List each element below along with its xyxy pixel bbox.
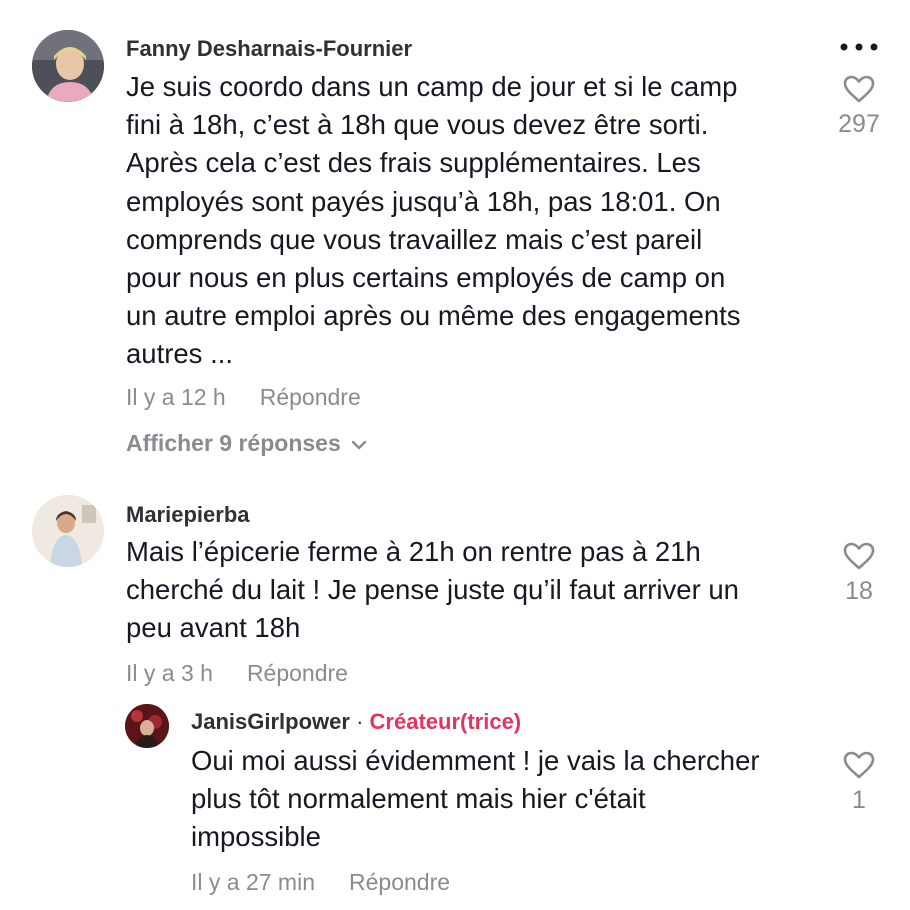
view-replies-label: Afficher 9 réponses — [126, 430, 341, 456]
comment-line: Après cela c’est des frais supplémentair… — [126, 147, 701, 179]
creator-badge: Créateur(trice) — [369, 709, 522, 734]
reply-header: JanisGirlpower · Créateur(trice) — [191, 709, 521, 735]
like-button[interactable]: 18 — [829, 541, 889, 606]
reply-button[interactable]: Répondre — [247, 660, 348, 686]
like-count: 297 — [838, 110, 880, 138]
comment-text: Je suis coordo dans un camp de jour et s… — [126, 68, 741, 374]
reply-button[interactable]: Répondre — [349, 869, 450, 895]
comment-line: un autre emploi après ou même des engage… — [126, 300, 741, 332]
user-photo — [32, 495, 104, 567]
comment-time: Il y a 12 h — [126, 384, 226, 410]
heart-outline-icon — [843, 542, 875, 570]
reply-text: Oui moi aussi évidemment ! je vais la ch… — [191, 742, 760, 857]
reply-line: plus tôt normalement mais hier c'était — [191, 783, 646, 815]
avatar[interactable] — [32, 30, 104, 102]
chevron-down-icon — [351, 440, 366, 450]
reply-line: Oui moi aussi évidemment ! je vais la ch… — [191, 745, 760, 776]
reply-button[interactable]: Répondre — [260, 384, 361, 410]
separator-dot: · — [356, 709, 364, 734]
like-count: 1 — [852, 786, 866, 814]
comment-line: Mais l’épicerie ferme à 21h on rentre pa… — [126, 536, 701, 567]
avatar[interactable] — [32, 495, 104, 567]
comment-meta: Il y a 12 h Répondre — [126, 384, 361, 411]
comment-username[interactable]: Fanny Desharnais-Fournier — [126, 36, 412, 62]
reply-meta: Il y a 27 min Répondre — [191, 869, 450, 896]
comment-line: cherché du lait ! Je pense juste qu’il f… — [126, 574, 739, 606]
comment-line: Je suis coordo dans un camp de jour et s… — [126, 71, 738, 102]
more-options-button[interactable] — [838, 40, 880, 59]
comment-line: employés sont payés jusqu’à 18h, pas 18:… — [126, 185, 721, 217]
comment-username[interactable]: Mariepierba — [126, 502, 250, 528]
avatar[interactable] — [125, 704, 169, 748]
like-button[interactable]: 1 — [829, 750, 889, 815]
heart-outline-icon — [843, 751, 875, 779]
comment-time: Il y a 3 h — [126, 660, 213, 686]
user-photo — [125, 704, 169, 748]
reply-line: impossible — [191, 821, 321, 853]
comment-line: autres ... — [126, 338, 233, 370]
comment-meta: Il y a 3 h Répondre — [126, 660, 348, 687]
comment-line: peu avant 18h — [126, 612, 301, 644]
comment-text: Mais l’épicerie ferme à 21h on rentre pa… — [126, 533, 739, 648]
comment-line: pour nous en plus certains employés de c… — [126, 262, 726, 294]
user-photo — [32, 30, 104, 102]
like-count: 18 — [845, 577, 873, 605]
reply-username[interactable]: JanisGirlpower — [191, 709, 350, 734]
comment-line: comprends que vous travaillez mais c’est… — [126, 223, 703, 255]
reply-time: Il y a 27 min — [191, 869, 315, 895]
heart-outline-icon — [843, 75, 875, 103]
comment-line: fini à 18h, c’est à 18h que vous devez ê… — [126, 109, 709, 141]
more-horizontal-icon — [840, 43, 878, 51]
like-button[interactable]: 297 — [829, 74, 889, 139]
view-replies-button[interactable]: Afficher 9 réponses — [126, 430, 367, 457]
